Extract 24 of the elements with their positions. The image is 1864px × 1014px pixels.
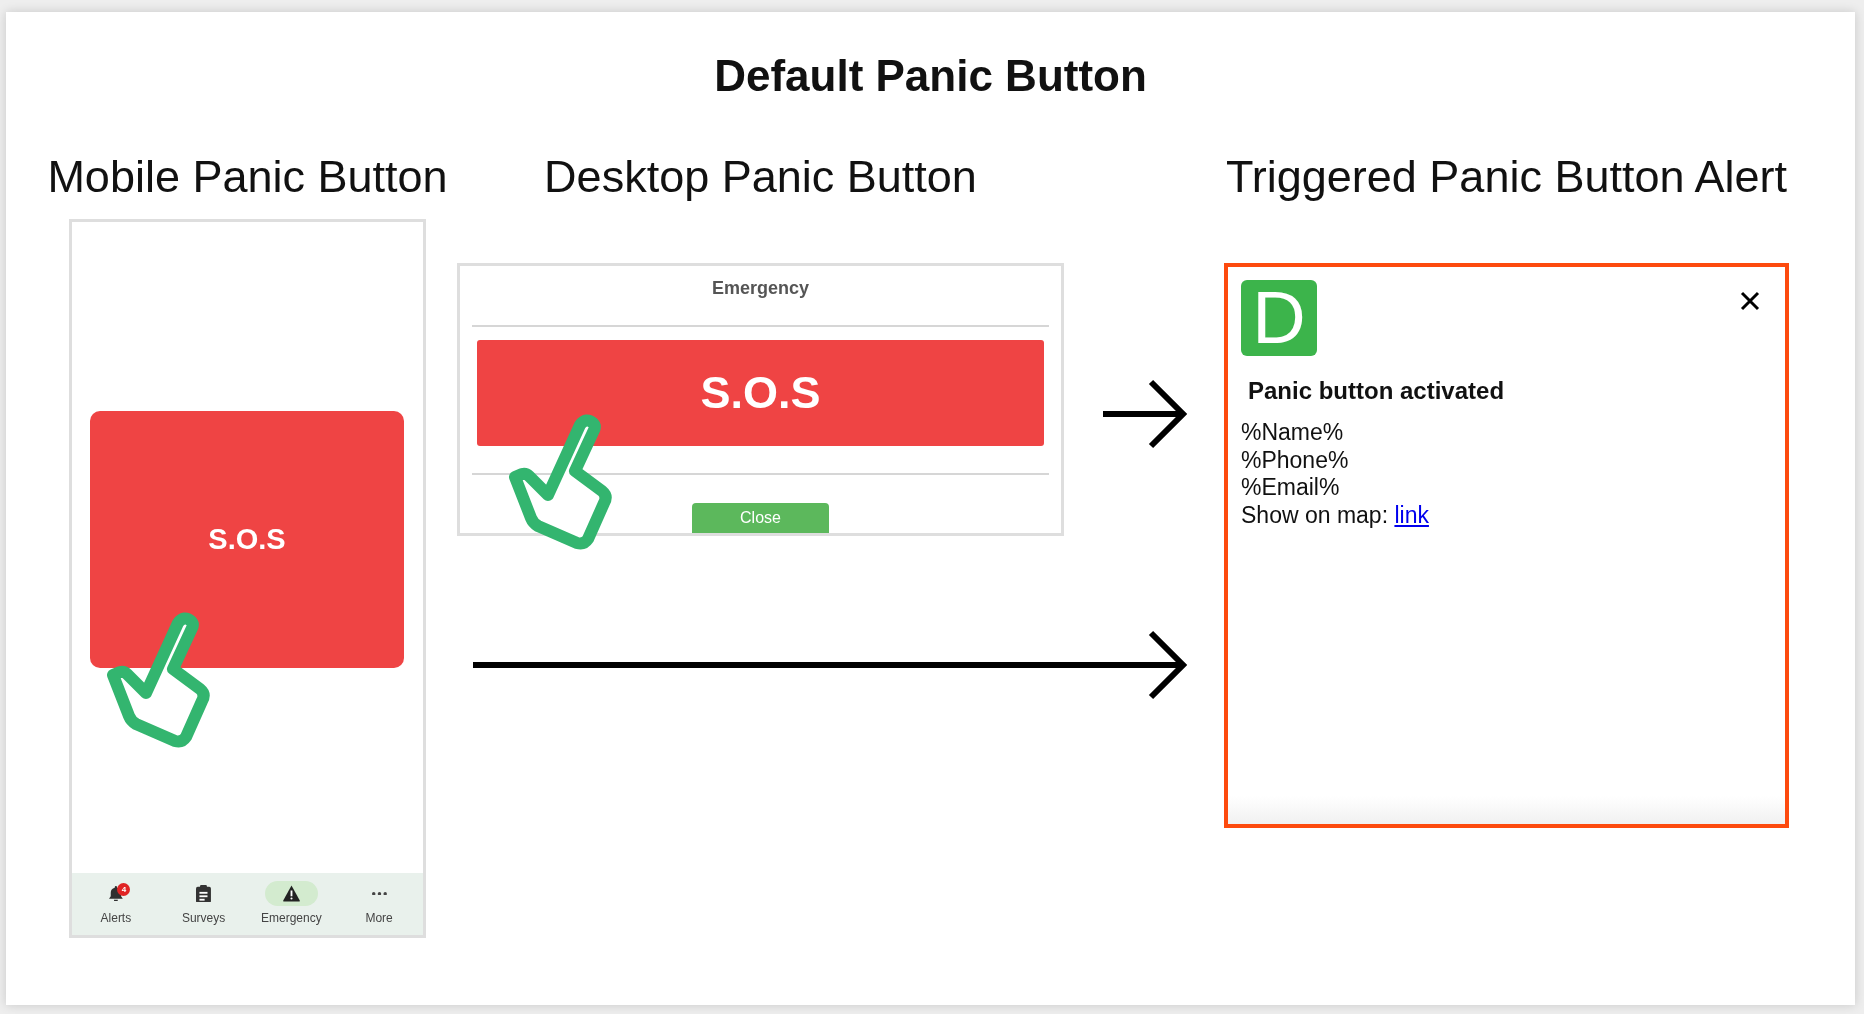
nav-tab[interactable]: More — [335, 873, 423, 935]
dialog-title: Emergency — [710, 277, 811, 300]
clipboard-icon — [196, 884, 212, 903]
section-heading: Desktop Panic Button — [543, 151, 978, 203]
warning-icon — [264, 881, 318, 906]
template-field: %Phone% — [1241, 446, 1772, 474]
section-heading: Triggered Panic Button Alert — [1224, 151, 1789, 203]
app-logo: D — [1241, 280, 1317, 356]
nav-tab[interactable]: 4 Alerts — [72, 873, 160, 935]
more-icon — [371, 891, 387, 896]
nav-tab[interactable]: Surveys — [159, 873, 248, 935]
close-icon[interactable] — [1740, 291, 1760, 311]
notification-badge: 4 — [117, 883, 131, 896]
template-field: %Email% — [1241, 474, 1772, 502]
sos-button[interactable]: S.O.S — [90, 411, 404, 668]
pointing-hand-icon — [106, 609, 213, 750]
page-title: Default Panic Button — [713, 50, 1148, 101]
nav-tab[interactable]: Emergency — [247, 873, 336, 935]
section-heading: Mobile Panic Button — [46, 151, 449, 203]
sos-button[interactable]: S.O.S — [477, 340, 1044, 446]
alert-title: Panic button activated — [1248, 376, 1506, 406]
map-link[interactable]: link — [1394, 501, 1429, 528]
map-line: Show on map: link — [1241, 501, 1430, 529]
template-field: %Name% — [1241, 419, 1772, 447]
